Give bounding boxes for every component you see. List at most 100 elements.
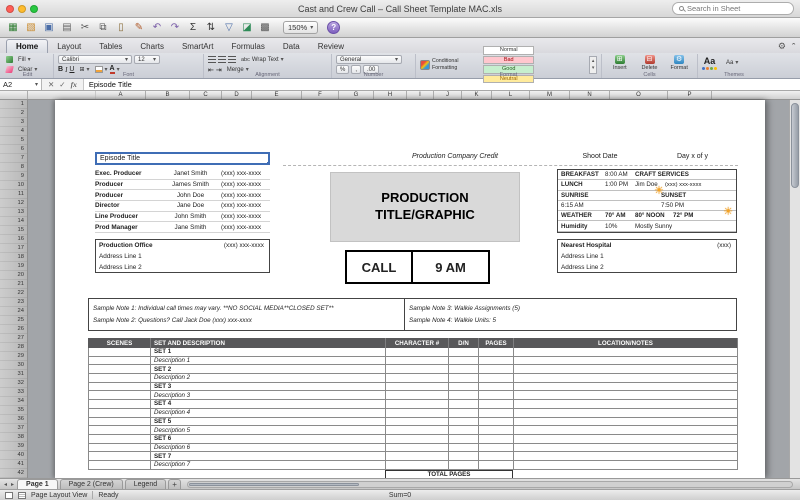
- sample-note-2[interactable]: Sample Note 2: Questions? Call Jack Doe …: [93, 317, 400, 324]
- description-row[interactable]: Description 6: [88, 443, 738, 453]
- production-office-address2[interactable]: Address Line 2: [99, 264, 142, 271]
- cell[interactable]: [89, 382, 151, 392]
- sample-note-4[interactable]: Sample Note 4: Walkie Units: 5: [409, 317, 732, 324]
- open-icon[interactable]: ▧: [24, 21, 38, 35]
- cell[interactable]: [386, 356, 449, 366]
- align-center-icon[interactable]: [218, 56, 226, 63]
- cell[interactable]: [89, 374, 151, 383]
- hospital-phone[interactable]: (xxx): [717, 242, 733, 249]
- vertical-scrollbar-thumb[interactable]: [791, 103, 799, 188]
- James Smith[interactable]: Producer James Smith (xxx) xxx-xxxx: [95, 180, 270, 191]
- set-row[interactable]: SET 5: [88, 417, 738, 427]
- cell[interactable]: SET 7: [151, 452, 386, 461]
- humidity-value[interactable]: 10%: [605, 223, 635, 230]
- column-header[interactable]: J: [434, 91, 462, 99]
- cell[interactable]: [479, 356, 514, 366]
- crew-name[interactable]: Janet Smith: [163, 170, 218, 177]
- column-header[interactable]: B: [146, 91, 190, 99]
- tab-scroll-right-icon[interactable]: ▸: [10, 481, 15, 489]
- cell[interactable]: [514, 426, 738, 435]
- sheet-tab-page1[interactable]: Page 1: [17, 479, 58, 489]
- production-title-graphic[interactable]: PRODUCTION TITLE/GRAPHIC: [330, 172, 520, 242]
- John Doe[interactable]: Producer John Doe (xxx) xxx-xxxx: [95, 190, 270, 202]
- column-header[interactable]: I: [407, 91, 434, 99]
- column-header[interactable]: N: [570, 91, 610, 99]
- crew-name[interactable]: John Smith: [163, 213, 218, 220]
- crew-name[interactable]: John Doe: [163, 192, 218, 199]
- set-row[interactable]: SET 2: [88, 365, 738, 375]
- cell[interactable]: [386, 400, 449, 409]
- undo-icon[interactable]: ↶: [150, 21, 164, 35]
- cell[interactable]: [449, 382, 479, 392]
- autosum-icon[interactable]: Σ: [186, 21, 200, 35]
- sunrise-time[interactable]: 6:15 AM: [561, 202, 605, 209]
- row-header[interactable]: 8: [0, 163, 27, 172]
- row-header[interactable]: 35: [0, 406, 27, 415]
- cell[interactable]: Description 5: [151, 426, 386, 435]
- row-header[interactable]: 6: [0, 145, 27, 154]
- sky-forecast[interactable]: Mostly Sunny: [635, 223, 672, 230]
- row-header[interactable]: 20: [0, 271, 27, 280]
- help-button[interactable]: ?: [327, 21, 341, 34]
- cell[interactable]: [449, 426, 479, 435]
- horizontal-scrollbar[interactable]: [187, 480, 793, 488]
- cell[interactable]: [449, 443, 479, 453]
- tab-data[interactable]: Data: [274, 40, 309, 53]
- crew-role[interactable]: Director: [95, 202, 163, 209]
- tab-smartart[interactable]: SmartArt: [173, 40, 223, 53]
- formula-input[interactable]: Episode Title: [83, 79, 800, 90]
- sheet-tab-page2-crew[interactable]: Page 2 (Crew): [59, 479, 123, 489]
- crew-name[interactable]: Jane Smith: [163, 224, 218, 231]
- conditional-formatting-button[interactable]: Conditional Formatting: [420, 58, 480, 71]
- description-row[interactable]: Description 5: [88, 426, 738, 435]
- column-header[interactable]: O: [610, 91, 668, 99]
- cell[interactable]: [89, 356, 151, 366]
- row-header[interactable]: 9: [0, 172, 27, 181]
- column-header[interactable]: G: [339, 91, 374, 99]
- gallery-icon[interactable]: ◪: [240, 21, 254, 35]
- lunch-time[interactable]: 1:00 PM: [605, 181, 635, 188]
- sample-notes-block[interactable]: Sample Note 1: Individual call times may…: [88, 298, 737, 331]
- Janet Smith[interactable]: Exec. Producer Janet Smith (xxx) xxx-xxx…: [95, 169, 270, 180]
- filter-icon[interactable]: ▽: [222, 21, 236, 35]
- row-header[interactable]: 23: [0, 298, 27, 307]
- style-gallery-spinner[interactable]: ▴ ▾: [589, 55, 597, 74]
- save-icon[interactable]: ▣: [42, 21, 56, 35]
- crew-phone[interactable]: (xxx) xxx-xxxx: [218, 213, 270, 220]
- row-header[interactable]: 3: [0, 118, 27, 127]
- crew-phone[interactable]: (xxx) xxx-xxxx: [218, 181, 270, 188]
- cell[interactable]: [449, 417, 479, 427]
- sample-note-3[interactable]: Sample Note 3: Walkie Assignments (5): [409, 305, 732, 312]
- tab-charts[interactable]: Charts: [131, 40, 173, 53]
- tab-formulas[interactable]: Formulas: [223, 40, 274, 53]
- column-header[interactable]: C: [190, 91, 222, 99]
- new-workbook-icon[interactable]: ▦: [6, 21, 20, 35]
- row-header[interactable]: 31: [0, 370, 27, 379]
- cell[interactable]: Description 4: [151, 408, 386, 418]
- row-header[interactable]: 22: [0, 289, 27, 298]
- description-row[interactable]: Description 2: [88, 374, 738, 383]
- vertical-scrollbar[interactable]: [789, 100, 800, 478]
- row-header[interactable]: 34: [0, 397, 27, 406]
- cell[interactable]: SET 1: [151, 348, 386, 357]
- temp-pm[interactable]: 72° PM: [673, 212, 693, 219]
- row-header[interactable]: 7: [0, 154, 27, 163]
- cell[interactable]: [514, 365, 738, 375]
- cell[interactable]: [386, 434, 449, 444]
- insert-cells-button[interactable]: ⊞ Insert: [606, 55, 634, 71]
- font-size-select[interactable]: 12 ▾: [134, 55, 160, 64]
- crew-name[interactable]: James Smith: [163, 181, 218, 188]
- row-header[interactable]: 10: [0, 181, 27, 190]
- cell[interactable]: [386, 365, 449, 375]
- row-header[interactable]: 41: [0, 460, 27, 469]
- crew-role[interactable]: Producer: [95, 181, 163, 188]
- Jane Doe[interactable]: Director Jane Doe (xxx) xxx-xxxx: [95, 201, 270, 212]
- page-layout-view-icon[interactable]: [18, 491, 26, 499]
- row-header[interactable]: 42: [0, 469, 27, 478]
- row-header[interactable]: 26: [0, 325, 27, 334]
- cell[interactable]: [449, 408, 479, 418]
- row-header[interactable]: 30: [0, 361, 27, 370]
- tab-scroll-left-icon[interactable]: ◂: [3, 481, 8, 489]
- cell[interactable]: [449, 460, 479, 470]
- redo-icon[interactable]: ↷: [168, 21, 182, 35]
